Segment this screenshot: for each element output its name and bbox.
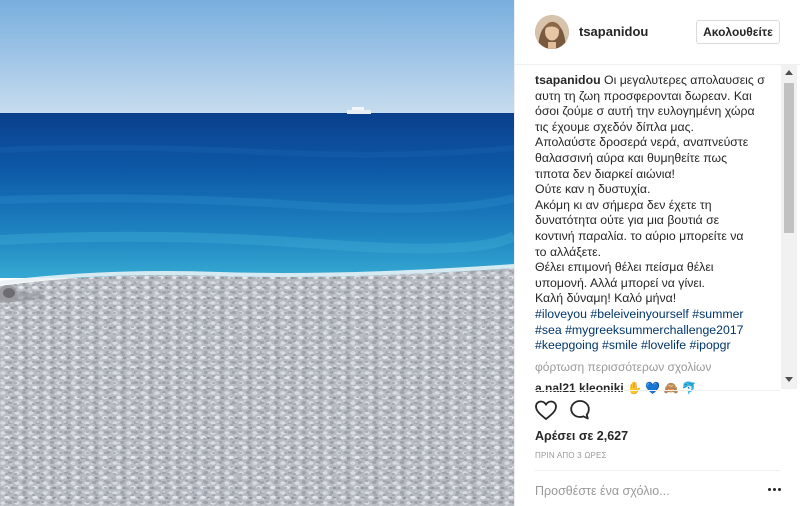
caption-line: υπομονή. Αλλά μπορεί να γίνει. [535,275,705,290]
caption-line: Καλή δύναμη! Καλό μήνα! [535,291,677,306]
scroll-down-arrow-icon[interactable] [785,377,793,382]
caption-comment: tsapanidou Οι μεγαλυτερες απολαυσεις σ α… [535,73,781,389]
caption-line: θαλασσινή αύρα και θυμηθείτε πως [535,150,728,165]
likes-count[interactable]: Αρέσει σε 2,627 [535,429,628,443]
hashtag-link[interactable]: #mygreeksummerchallenge2017 [565,323,743,337]
post-header: tsapanidou Ακολουθείτε [515,0,800,65]
caption-line: tsapanidou Οι μεγαλυτερες απολαυσεις σ [535,73,765,87]
hashtag-link[interactable]: #iloveyou [535,307,587,321]
hashtag-link[interactable]: #lovelife [641,338,686,352]
following-button[interactable]: Ακολουθείτε [696,20,780,44]
hashtag-line: #sea #mygreeksummerchallenge2017 [535,323,781,339]
hashtag-link[interactable]: #sea [535,323,562,337]
caption-line: Απολαύστε δροσερά νερά, αναπνεύστε [535,135,749,150]
caption-line: το αλλάξετε. [535,244,602,259]
caption-line: Θέλει επιμονή θέλει πείσμα θέλει [535,260,714,275]
hashtag-link[interactable]: #ipopgr [690,338,731,352]
post-timestamp[interactable]: ΠΡΙΝ ΑΠΟ 3 ΩΡΕΣ [535,451,607,460]
caption-line: κοντινή παραλία. το αύριο μπορείτε να [535,228,744,243]
comment-username[interactable]: a.nal21 kleoniki [535,381,624,395]
caption-line: Ούτε καν η δυστυχία. [535,182,651,197]
hashtag-line: #iloveyou #beleiveinyourself #summer [535,307,781,323]
post-photo [0,0,514,506]
more-dots-icon[interactable] [768,488,784,494]
add-comment-input[interactable] [535,482,755,500]
caption-line: Ακόμη κι αν σήμερα δεν έχετε τη [535,197,712,212]
comment-item: a.nal21 kleoniki ✋ 💙 🙈 🐬 [535,381,697,395]
avatar[interactable] [535,15,569,49]
post-side-panel: tsapanidou Ακολουθείτε tsapanidou Οι μεγ… [514,0,800,506]
divider [535,470,780,471]
heart-icon[interactable] [534,398,558,422]
load-more-comments-link[interactable]: φόρτωση περισσότερων σχολίων [535,360,711,374]
hashtag-line: #keepgoing #smile #lovelife #ipopgr [535,338,781,354]
caption-line: τιποτα δεν διαρκεί αιώνια! [535,166,675,181]
post-username[interactable]: tsapanidou [579,24,648,39]
scrollbar-thumb[interactable] [784,83,794,233]
comment-emoji: ✋ 💙 🙈 🐬 [627,381,697,395]
comment-bubble-icon[interactable] [568,398,592,422]
caption-line: όσοι ζούμε σ αυτή την ευλογημένη χώρα [535,104,755,119]
profile-picture-icon [535,15,569,49]
caption-line: τις έχουμε σχεδόν δίπλα μας. [535,119,694,134]
caption-username[interactable]: tsapanidou [535,73,601,87]
caption-line: αυτη τη ζωη προσφερονται δωρεαν. Και [535,88,752,103]
caption-line: δυνατότητα ούτε για μια βουτιά σε [535,213,720,228]
divider [535,390,780,391]
hashtag-link[interactable]: #smile [602,338,638,352]
scroll-up-arrow-icon[interactable] [785,70,793,75]
hashtag-link[interactable]: #summer [692,307,743,321]
hashtag-link[interactable]: #beleiveinyourself [590,307,688,321]
hashtag-link[interactable]: #keepgoing [535,338,599,352]
beach-sea-photo [0,0,514,506]
comments-scrollbar[interactable] [781,64,797,389]
